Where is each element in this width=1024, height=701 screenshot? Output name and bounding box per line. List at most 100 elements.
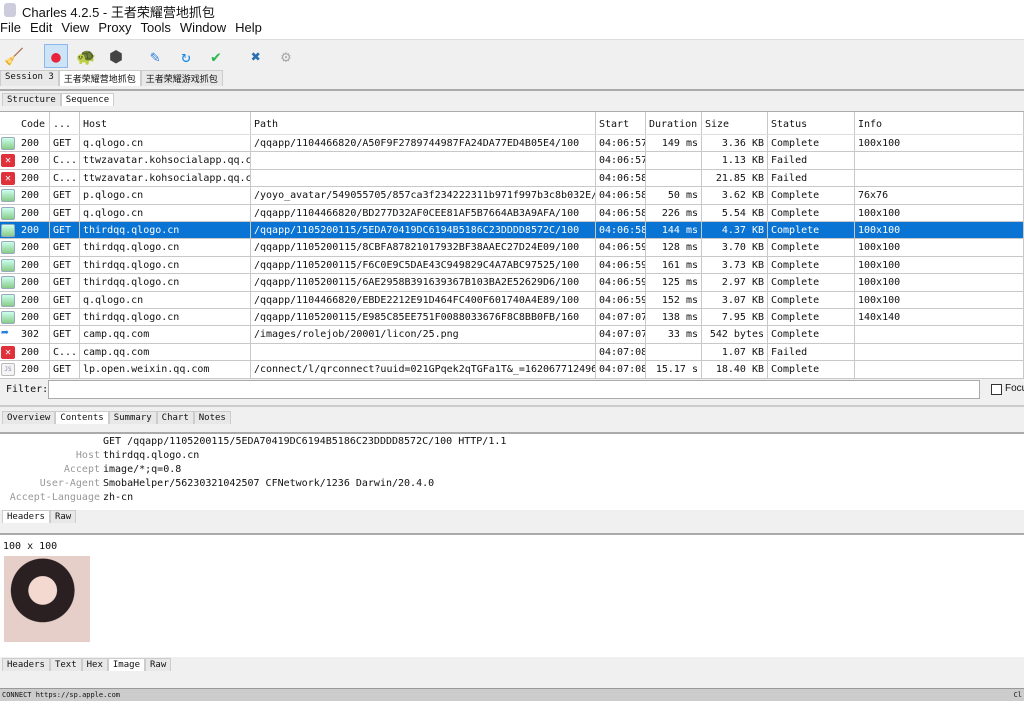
- column-header-status[interactable]: Status: [768, 112, 855, 134]
- table-row[interactable]: 200 GET q.qlogo.cn/qqapp/1104466820/BD277D…: [0, 204, 1024, 222]
- menu-view[interactable]: View: [61, 20, 89, 39]
- focus-checkbox[interactable]: [991, 384, 1002, 395]
- table-row[interactable]: 200 GET thirdqq.qlogo.cn/qqapp/1105200115/…: [0, 256, 1024, 275]
- cell-host: camp.qq.com: [80, 326, 251, 343]
- cell-info: 100x100: [855, 222, 1024, 239]
- record-icon[interactable]: ●: [44, 44, 68, 68]
- cell-path: [251, 152, 596, 169]
- cell-size: 3.70 KB: [702, 239, 768, 256]
- response-tab-0[interactable]: Headers: [2, 658, 50, 671]
- cell-path: /qqapp/1105200115/6AE2958B391639367B103B…: [251, 274, 596, 291]
- cell-path: [251, 169, 596, 187]
- cell-dur: 125 ms: [646, 274, 702, 291]
- cell-code: 200: [18, 256, 50, 274]
- cell-status: Complete: [768, 256, 855, 274]
- session-tab-0[interactable]: Session 3: [0, 70, 59, 86]
- focus-label: Focu: [1005, 383, 1024, 394]
- session-tab-2[interactable]: 王者荣耀游戏抓包: [140, 70, 223, 86]
- settings-gear-icon[interactable]: ⚙: [274, 44, 298, 68]
- table-row[interactable]: 200 GET p.qlogo.cn/yoyo_avatar/549055705/8…: [0, 187, 1024, 205]
- cell-size: 3.73 KB: [702, 256, 768, 274]
- table-row[interactable]: 200 GET q.qlogo.cn/qqapp/1104466820/A50F9F…: [0, 135, 1024, 153]
- detail-tab-4[interactable]: Notes: [193, 411, 231, 424]
- cell-code: 200: [18, 169, 50, 187]
- cell-status: Failed: [768, 343, 855, 361]
- table-row[interactable]: 200 GET q.qlogo.cn/qqapp/1104466820/EBDE22…: [0, 291, 1024, 309]
- throttle-turtle-icon[interactable]: 🐢: [74, 44, 98, 68]
- breakpoint-hexagon-icon[interactable]: ⬢: [104, 44, 128, 68]
- column-header-size[interactable]: Size: [702, 112, 768, 134]
- response-tab-1[interactable]: Text: [49, 658, 82, 671]
- response-tab-3[interactable]: Image: [107, 658, 145, 671]
- cell-size: 542 bytes: [702, 326, 768, 343]
- table-row[interactable]: 200 GET thirdqq.qlogo.cn/qqapp/1105200115/…: [0, 239, 1024, 257]
- filter-input[interactable]: [48, 380, 980, 399]
- column-header-m[interactable]: ...: [50, 112, 80, 134]
- cell-info: [855, 361, 1024, 378]
- cell-host: thirdqq.qlogo.cn: [80, 309, 251, 326]
- cell-m: GET: [50, 326, 80, 343]
- response-tab-2[interactable]: Hex: [81, 658, 108, 671]
- compose-pen-icon[interactable]: ✎: [143, 44, 167, 68]
- cell-code: 200: [18, 274, 50, 291]
- detail-tab-2[interactable]: Summary: [108, 411, 157, 424]
- view-tab-0[interactable]: Structure: [2, 93, 61, 106]
- view-tab-1[interactable]: Sequence: [60, 93, 115, 106]
- cell-code: 200: [18, 343, 50, 361]
- column-header-dur[interactable]: Duration: [646, 112, 702, 134]
- column-header-host[interactable]: Host: [80, 112, 251, 134]
- menu-proxy[interactable]: Proxy: [98, 20, 131, 39]
- script-file-icon: JS: [1, 363, 15, 377]
- validate-check-icon[interactable]: ✔: [204, 44, 228, 68]
- cell-status: Complete: [768, 222, 855, 239]
- menu-file[interactable]: File: [0, 20, 21, 39]
- table-row[interactable]: 200 GET thirdqq.qlogo.cn/qqapp/1105200115/…: [0, 309, 1024, 327]
- response-image-view: 100 x 100: [0, 533, 1024, 657]
- cell-m: GET: [50, 239, 80, 256]
- table-row[interactable]: ✕ 200 C... ttwzavatar.kohsocialapp.qq.com 04…: [0, 169, 1024, 188]
- detail-tab-0[interactable]: Overview: [2, 411, 56, 424]
- detail-tab-1[interactable]: Contents: [55, 411, 109, 424]
- table-row[interactable]: 200 GET thirdqq.qlogo.cn/qqapp/1105200115/…: [0, 222, 1024, 240]
- cell-path: /qqapp/1105200115/8CBFA87821017932BF38AA…: [251, 239, 596, 256]
- cell-dur: [646, 169, 702, 187]
- column-header-code[interactable]: Code: [18, 112, 50, 134]
- table-row[interactable]: 200 GET thirdqq.qlogo.cn/qqapp/1105200115/…: [0, 274, 1024, 292]
- table-row[interactable]: ✕ 200 C... ttwzavatar.kohsocialapp.qq.com 04…: [0, 152, 1024, 170]
- menu-help[interactable]: Help: [235, 20, 262, 39]
- column-header-info[interactable]: Info: [855, 112, 1024, 134]
- cell-host: p.qlogo.cn: [80, 187, 251, 204]
- response-tab-4[interactable]: Raw: [144, 658, 172, 671]
- menu-window[interactable]: Window: [180, 20, 226, 39]
- cell-m: C...: [50, 152, 80, 169]
- cell-host: q.qlogo.cn: [80, 291, 251, 308]
- detail-tab-3[interactable]: Chart: [156, 411, 194, 424]
- menu-edit[interactable]: Edit: [30, 20, 52, 39]
- failed-icon: ✕: [1, 171, 15, 185]
- table-row[interactable]: ✕ 200 C... camp.qq.com 04:07:08 1.07 KB Failed: [0, 343, 1024, 362]
- cell-host: lp.open.weixin.qq.com: [80, 361, 251, 378]
- image-file-icon: [1, 206, 15, 220]
- cell-path: /qqapp/1105200115/5EDA70419DC6194B5186C2…: [251, 222, 596, 239]
- column-header-path[interactable]: Path: [251, 112, 596, 134]
- table-row[interactable]: JS 200 GET lp.open.weixin.qq.com/connect/l/…: [0, 361, 1024, 379]
- column-header-start[interactable]: Start: [596, 112, 646, 134]
- request-tab-0[interactable]: Headers: [2, 510, 50, 523]
- session-tab-1[interactable]: 王者荣耀营地抓包: [58, 70, 141, 86]
- cell-info: 100x100: [855, 291, 1024, 308]
- menu-bar: File Edit View Proxy Tools Window Help: [0, 20, 1024, 39]
- cell-code: 200: [18, 361, 50, 378]
- broom-icon[interactable]: 🧹: [2, 44, 26, 68]
- tools-icon[interactable]: ✖: [244, 44, 268, 68]
- request-tab-1[interactable]: Raw: [49, 510, 77, 523]
- cell-start: 04:06:59: [596, 256, 646, 274]
- window-title: Charles 4.2.5 - 王者荣耀营地抓包: [22, 5, 215, 20]
- table-row[interactable]: ➦ 302 GET camp.qq.com/images/rolejob/20001/…: [0, 326, 1024, 344]
- filter-bar: Filter: Focu: [0, 378, 1024, 402]
- header-value: zh-cn: [103, 492, 134, 503]
- session-tabs: Session 3 王者荣耀营地抓包 王者荣耀游戏抓包: [0, 70, 223, 86]
- cell-dur: 152 ms: [646, 291, 702, 308]
- cell-start: 04:06:58: [596, 204, 646, 221]
- repeat-icon[interactable]: ↻: [174, 44, 198, 68]
- menu-tools[interactable]: Tools: [141, 20, 171, 39]
